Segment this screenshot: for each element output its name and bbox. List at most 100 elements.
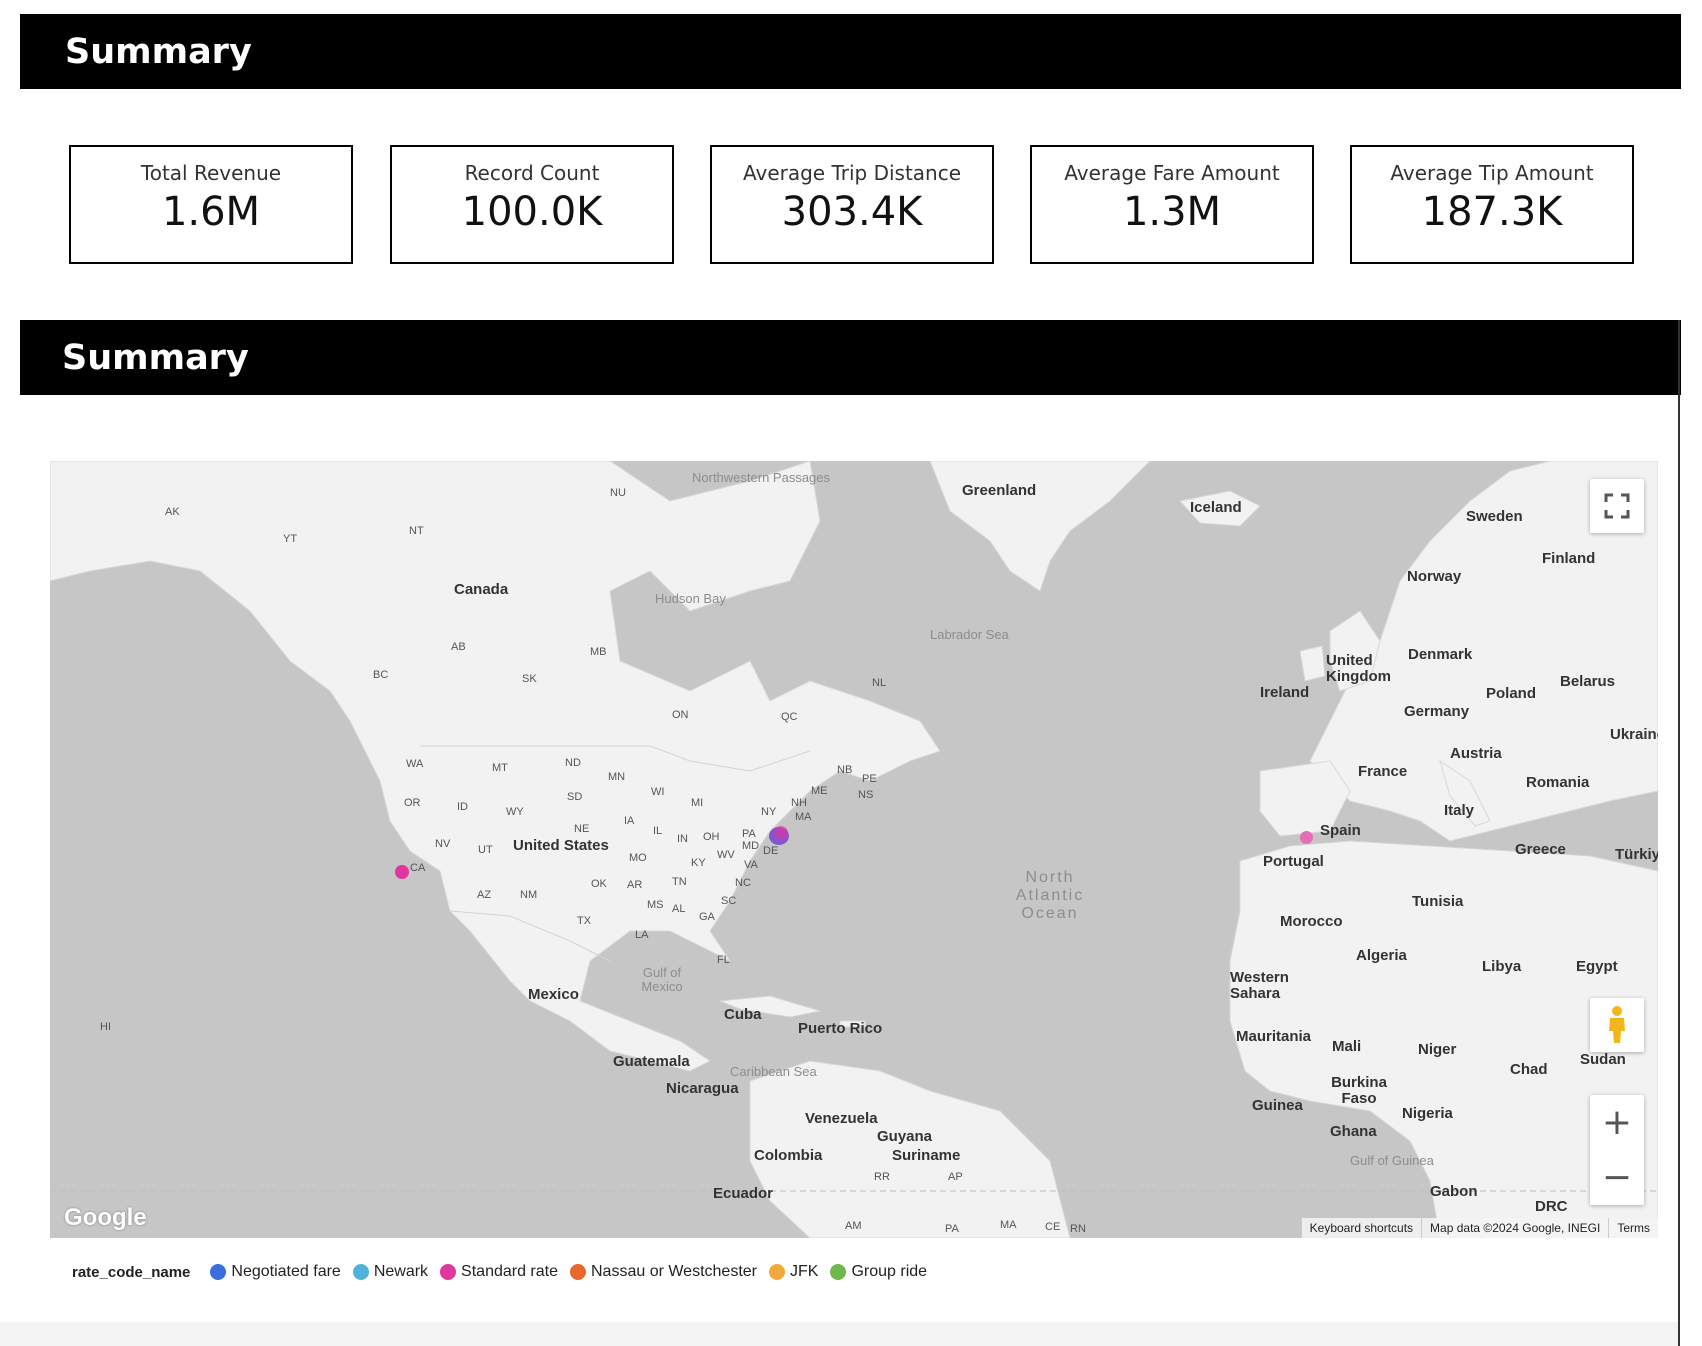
region-label: DE	[763, 845, 779, 857]
zoom-out-button[interactable]: −	[1590, 1150, 1644, 1205]
country-label: Spain	[1320, 822, 1361, 839]
legend-label: Standard rate	[461, 1263, 558, 1280]
kpi-card-average-fare-amount: Average Fare Amount 1.3M	[1030, 145, 1314, 264]
country-label: Tunisia	[1412, 893, 1464, 910]
water-label: Hudson Bay	[655, 591, 726, 606]
region-label: NE	[574, 823, 590, 835]
ocean-label: North Atlantic Ocean	[1015, 869, 1085, 922]
country-label: Canada	[454, 581, 509, 598]
country-label: Egypt	[1576, 958, 1618, 975]
kpi-label: Average Trip Distance	[742, 161, 962, 185]
legend-item[interactable]: Nassau or Westchester	[570, 1263, 757, 1281]
country-label: Iceland	[1190, 499, 1242, 516]
region-label: FL	[717, 954, 730, 966]
legend-label: Group ride	[851, 1263, 928, 1280]
map-marker-standard-rate[interactable]	[1300, 831, 1313, 844]
region-label: AR	[627, 879, 643, 891]
country-label: Romania	[1526, 774, 1590, 791]
region-label: WV	[717, 849, 735, 861]
legend-label: Negotiated fare	[231, 1263, 341, 1280]
country-label: Algeria	[1356, 947, 1407, 964]
region-label: MA	[795, 811, 812, 823]
region-label: LA	[635, 929, 649, 941]
kpi-card-average-trip-distance: Average Trip Distance 303.4K	[710, 145, 994, 264]
region-label: PA	[742, 828, 756, 840]
region-label: NH	[791, 797, 807, 809]
country-label: Portugal	[1263, 853, 1324, 870]
country-label: Nigeria	[1402, 1105, 1453, 1122]
region-label: NC	[735, 877, 751, 889]
legend-title: rate_code_name	[72, 1263, 191, 1281]
kpi-label: Average Tip Amount	[1390, 161, 1594, 185]
country-label: Burkina Faso	[1331, 1074, 1387, 1107]
country-label: Guatemala	[613, 1053, 690, 1070]
country-label: Mauritania	[1236, 1028, 1312, 1045]
panel-border	[1678, 320, 1680, 1346]
zoom-in-button[interactable]: +	[1590, 1095, 1644, 1150]
pegman-icon	[1609, 1006, 1625, 1043]
legend-item[interactable]: Standard rate	[440, 1263, 558, 1281]
region-label: NV	[435, 838, 451, 850]
region-label: SC	[721, 895, 737, 907]
street-view-pegman-button[interactable]	[1590, 998, 1644, 1052]
legend-dot	[210, 1264, 227, 1280]
legend-dot	[440, 1264, 457, 1280]
country-label: United States	[513, 837, 609, 854]
region-label: ME	[811, 785, 828, 797]
region-label: BC	[373, 669, 389, 681]
legend-dot	[769, 1264, 785, 1280]
legend-label: JFK	[790, 1263, 819, 1280]
country-label: Venezuela	[805, 1110, 878, 1127]
map[interactable]: Northwestern Passages Hudson Bay Labrado…	[50, 461, 1658, 1238]
country-label: Gabon	[1430, 1183, 1478, 1200]
region-label: SK	[522, 673, 537, 685]
country-label: Denmark	[1408, 646, 1473, 663]
region-label: RR	[874, 1171, 890, 1183]
country-label: Guinea	[1252, 1097, 1303, 1114]
map-attribution: Keyboard shortcuts Map data ©2024 Google…	[1300, 1218, 1658, 1238]
country-label: Ireland	[1260, 684, 1310, 701]
country-label: Austria	[1450, 745, 1502, 762]
zoom-controls: + −	[1590, 1095, 1644, 1205]
region-label: AL	[672, 903, 686, 915]
region-label: ON	[672, 709, 689, 721]
legend-item[interactable]: Group ride	[830, 1263, 927, 1281]
country-label: Niger	[1418, 1041, 1457, 1058]
region-label: MB	[590, 646, 607, 658]
terms-link[interactable]: Terms	[1608, 1218, 1658, 1238]
fullscreen-button[interactable]	[1590, 479, 1644, 533]
kpi-card-record-count: Record Count 100.0K	[390, 145, 674, 264]
kpi-label: Average Fare Amount	[1064, 161, 1280, 185]
region-label: IL	[653, 825, 663, 837]
map-marker-standard-rate[interactable]	[774, 826, 788, 840]
kpi-value: 303.4K	[781, 189, 923, 235]
legend-dot	[570, 1264, 586, 1280]
legend-item[interactable]: JFK	[769, 1263, 818, 1281]
region-label: NB	[837, 764, 853, 776]
region-label: NU	[610, 487, 626, 499]
region-label: NS	[858, 789, 874, 801]
country-label: Libya	[1482, 958, 1522, 975]
legend-item[interactable]: Newark	[352, 1263, 428, 1281]
google-logo: Google	[64, 1204, 147, 1231]
country-label: Greece	[1515, 841, 1566, 858]
water-label: Northwestern Passages	[692, 470, 831, 485]
region-label: AB	[451, 641, 466, 653]
legend-item[interactable]: Negotiated fare	[210, 1263, 341, 1281]
ireland-land	[1299, 645, 1326, 682]
region-label: QC	[781, 711, 798, 723]
country-label: Cuba	[724, 1006, 762, 1023]
section-header-summary: Summary	[20, 14, 1681, 89]
map-marker-standard-rate[interactable]	[395, 865, 409, 879]
region-label: AM	[845, 1220, 862, 1232]
country-label: Suriname	[892, 1147, 961, 1164]
region-label: PE	[862, 773, 877, 785]
country-label: Belarus	[1560, 673, 1616, 690]
region-label: MT	[492, 762, 508, 774]
region-label: NY	[761, 806, 777, 818]
kpi-card-total-revenue: Total Revenue 1.6M	[69, 145, 353, 264]
kpi-value: 1.6M	[161, 189, 261, 235]
country-label: Chad	[1510, 1061, 1548, 1078]
keyboard-shortcuts-link[interactable]: Keyboard shortcuts	[1300, 1218, 1421, 1238]
legend-dot	[830, 1264, 847, 1280]
